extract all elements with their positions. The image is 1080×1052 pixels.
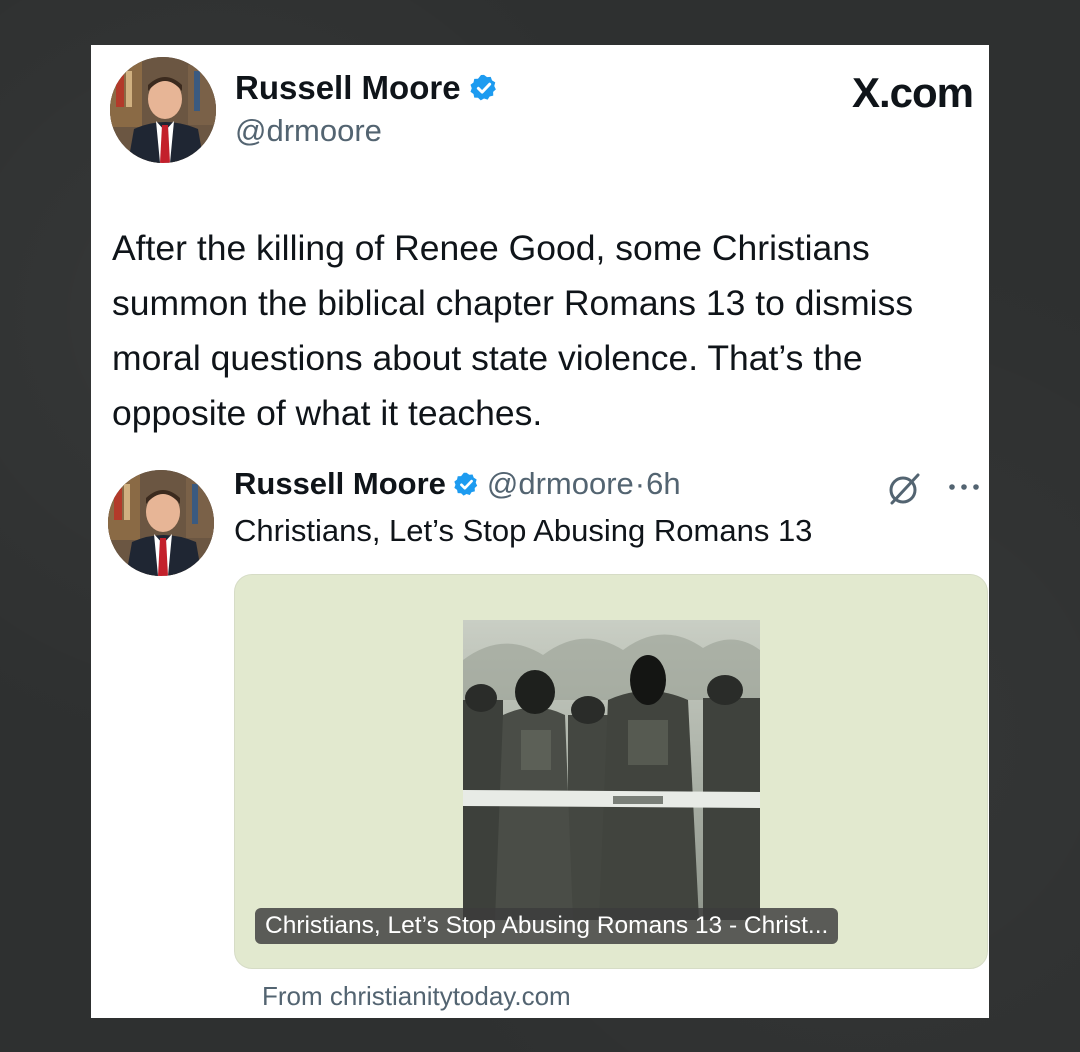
link-preview-caption: Christians, Let’s Stop Abusing Romans 13… (255, 908, 839, 944)
quoted-timestamp[interactable]: 6h (646, 466, 680, 502)
author-avatar[interactable] (110, 57, 216, 163)
more-icon[interactable] (944, 477, 984, 497)
grok-icon[interactable] (886, 471, 922, 507)
link-preview-image (463, 620, 760, 920)
verified-badge-icon (470, 74, 496, 101)
quoted-post-header[interactable]: Russell Moore @drmoore · 6h (234, 466, 681, 502)
link-preview-card[interactable]: Christians, Let’s Stop Abusing Romans 13… (234, 574, 988, 969)
post-text: After the killing of Renee Good, some Ch… (112, 228, 914, 433)
author-name[interactable]: Russell Moore (235, 69, 461, 107)
post-card: Russell Moore @drmoore X.com After the k… (91, 45, 989, 1018)
quoted-author-avatar[interactable] (108, 470, 214, 576)
separator-dot: · (634, 466, 646, 501)
author-name-row[interactable]: Russell Moore (235, 69, 499, 107)
site-label: X.com (851, 69, 974, 116)
quoted-author-handle[interactable]: @drmoore (487, 466, 634, 502)
verified-badge-icon (454, 472, 478, 496)
author-handle[interactable]: @drmoore (235, 113, 382, 149)
quoted-author-name[interactable]: Russell Moore (234, 466, 446, 502)
link-source[interactable]: From christianitytoday.com (262, 981, 571, 1012)
quoted-post-text: Christians, Let’s Stop Abusing Romans 13 (234, 513, 813, 548)
